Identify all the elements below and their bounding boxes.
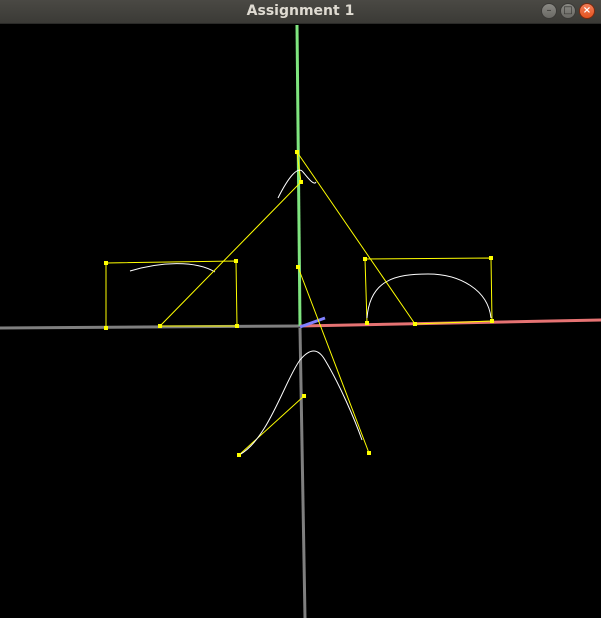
app-window: Assignment 1 – □ ×: [0, 0, 601, 618]
maximize-button[interactable]: □: [560, 3, 576, 19]
control-point[interactable]: [295, 150, 299, 154]
negative-y-axis: [298, 327, 307, 618]
opengl-viewport[interactable]: [0, 25, 601, 618]
top-control-polygon: [159, 151, 416, 327]
maximize-icon: □: [563, 5, 573, 16]
right-control-polygon: [364, 257, 493, 325]
control-point[interactable]: [489, 256, 493, 260]
window-controls: – □ ×: [541, 3, 595, 21]
control-point[interactable]: [299, 180, 303, 184]
control-point[interactable]: [413, 322, 417, 326]
minimize-button[interactable]: –: [541, 3, 557, 19]
control-point[interactable]: [363, 257, 367, 261]
control-point[interactable]: [365, 321, 369, 325]
close-button[interactable]: ×: [579, 3, 595, 19]
control-point[interactable]: [237, 453, 241, 457]
left-control-polygon: [105, 260, 238, 328]
left-curve: [129, 263, 216, 273]
title-bar[interactable]: Assignment 1 – □ ×: [0, 0, 601, 24]
scene-canvas[interactable]: [0, 25, 601, 618]
control-point[interactable]: [302, 394, 306, 398]
bottom-control-polygon: [297, 266, 370, 454]
control-point[interactable]: [490, 319, 494, 323]
positive-y-axis: [295, 25, 302, 327]
control-point[interactable]: [104, 326, 108, 330]
control-point[interactable]: [367, 451, 371, 455]
control-point[interactable]: [235, 324, 239, 328]
control-point[interactable]: [158, 324, 162, 328]
control-point[interactable]: [234, 259, 238, 263]
bottom-control-polygon-2: [238, 395, 305, 456]
control-point[interactable]: [104, 261, 108, 265]
negative-x-axis: [0, 324, 301, 330]
close-icon: ×: [582, 5, 592, 16]
minimize-icon: –: [546, 5, 552, 16]
window-title: Assignment 1: [246, 3, 355, 19]
control-point[interactable]: [296, 265, 300, 269]
